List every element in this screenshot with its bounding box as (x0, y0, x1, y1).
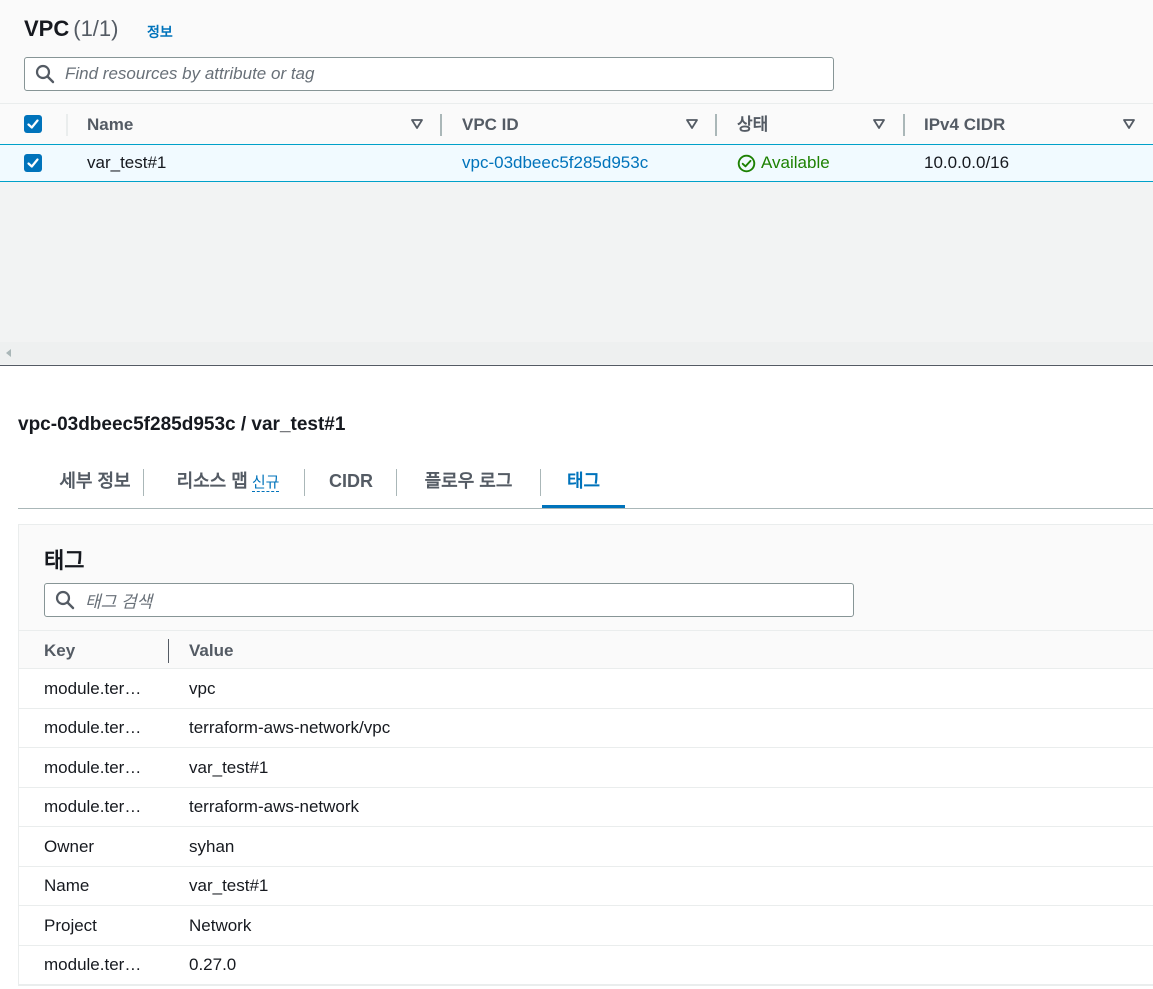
tags-search-placeholder: 태그 검색 (85, 592, 153, 612)
tab-separator (396, 469, 397, 496)
column-header-key: Key (44, 641, 76, 660)
check-circle-icon (737, 154, 756, 173)
row-checkbox[interactable] (24, 154, 42, 172)
vpc-list-header: VPC (1/1) 정보 Find resources by attribute … (0, 0, 1153, 103)
tags-card-header: 태그 태그 검색 (19, 525, 1153, 630)
table-row: module.ter… terraform-aws-network (19, 787, 1153, 827)
vpc-search-input[interactable]: Find resources by attribute or tag (24, 57, 834, 91)
column-divider (66, 114, 68, 136)
tab-label: 리소스 맵 (176, 471, 248, 491)
new-badge: 신규 (251, 474, 280, 492)
tags-table-header: Key Value (19, 630, 1153, 669)
vpc-count: (1/1) (73, 16, 119, 41)
column-header-name[interactable]: Name (87, 104, 133, 145)
tab-label: 세부 정보 (59, 471, 131, 491)
sort-down-icon[interactable] (1122, 117, 1136, 131)
column-header-value: Value (189, 641, 234, 660)
table-row: module.ter… vpc (19, 669, 1153, 709)
tags-card: 태그 태그 검색 Key Value module.ter… vpc modul… (18, 524, 1153, 986)
tag-value: var_test#1 (189, 758, 269, 777)
search-icon (55, 590, 75, 610)
table-row: Project Network (19, 906, 1153, 946)
sort-down-icon[interactable] (872, 117, 886, 131)
tag-value: 0.27.0 (189, 955, 237, 974)
detail-tabs: 세부 정보 리소스 맵 신규 CIDR 플로우 로그 태그 (18, 458, 1153, 509)
table-row: module.ter… terraform-aws-network/vpc (19, 708, 1153, 748)
vpc-title-text: VPC (24, 16, 70, 41)
vpc-list-panel: VPC (1/1) 정보 Find resources by attribute … (0, 0, 1153, 366)
tab-label: 플로우 로그 (424, 471, 513, 491)
sort-down-icon[interactable] (685, 117, 699, 131)
column-divider[interactable] (715, 114, 717, 136)
table-row: module.ter… 0.27.0 (19, 945, 1153, 985)
tab-resource-map[interactable]: 리소스 맵 신규 (168, 458, 288, 508)
column-header-ipv4-cidr[interactable]: IPv4 CIDR (924, 104, 1005, 145)
check-icon (27, 158, 39, 168)
vpc-id-link[interactable]: vpc-03dbeec5f285d953c (462, 145, 648, 181)
ipv4-cidr-cell: 10.0.0.0/16 (924, 153, 1010, 172)
tag-key: module.ter… (44, 758, 142, 777)
tag-key: module.ter… (44, 797, 142, 816)
column-header-status[interactable]: 상태 (737, 104, 768, 145)
tab-tags[interactable]: 태그 (542, 458, 625, 508)
check-icon (27, 119, 39, 129)
column-header-vpc-id[interactable]: VPC ID (462, 104, 519, 145)
tab-label: CIDR (329, 471, 373, 491)
status-badge: Available (761, 153, 830, 172)
detail-title: vpc-03dbeec5f285d953c / var_test#1 (18, 414, 346, 435)
tab-flow-logs[interactable]: 플로우 로그 (418, 458, 519, 508)
tab-cidr[interactable]: CIDR (324, 458, 378, 508)
tag-value: vpc (189, 679, 216, 698)
tag-key: module.ter… (44, 955, 142, 974)
tags-search-input[interactable]: 태그 검색 (44, 583, 854, 617)
tag-value: terraform-aws-network/vpc (189, 718, 391, 737)
tag-key: module.ter… (44, 718, 142, 737)
tag-key: module.ter… (44, 679, 142, 698)
column-divider[interactable] (168, 639, 169, 663)
table-row: module.ter… var_test#1 (19, 748, 1153, 788)
tag-key: Name (44, 876, 90, 895)
tag-value: Network (189, 916, 252, 935)
tag-key: Owner (44, 837, 95, 856)
vpc-search-placeholder: Find resources by attribute or tag (65, 64, 315, 83)
column-divider[interactable] (903, 114, 905, 136)
tag-value: syhan (189, 837, 235, 856)
horizontal-scrollbar[interactable] (0, 342, 1153, 364)
tab-separator (540, 469, 541, 496)
column-divider[interactable] (440, 114, 442, 136)
select-all-checkbox[interactable] (24, 115, 42, 133)
tab-separator (304, 469, 305, 496)
vpc-table-header: Name VPC ID 상태 IPv4 CIDR (0, 103, 1153, 144)
tab-separator (143, 469, 144, 496)
vpc-list-title: VPC (1/1) (24, 16, 119, 42)
tab-label: 태그 (566, 471, 601, 491)
tag-value: terraform-aws-network (189, 797, 360, 816)
tags-heading: 태그 (44, 548, 85, 573)
info-link[interactable]: 정보 (147, 22, 173, 42)
search-icon (35, 64, 55, 84)
tag-key: Project (44, 916, 97, 935)
table-row[interactable]: var_test#1 vpc-03dbeec5f285d953c Availab… (0, 144, 1153, 182)
sort-down-icon[interactable] (410, 117, 424, 131)
vpc-name-cell: var_test#1 (87, 153, 167, 172)
tab-details[interactable]: 세부 정보 (44, 458, 146, 508)
scroll-left-icon[interactable] (6, 349, 11, 357)
table-row: Owner syhan (19, 827, 1153, 867)
tag-value: var_test#1 (189, 876, 269, 895)
table-row: Name var_test#1 (19, 866, 1153, 906)
